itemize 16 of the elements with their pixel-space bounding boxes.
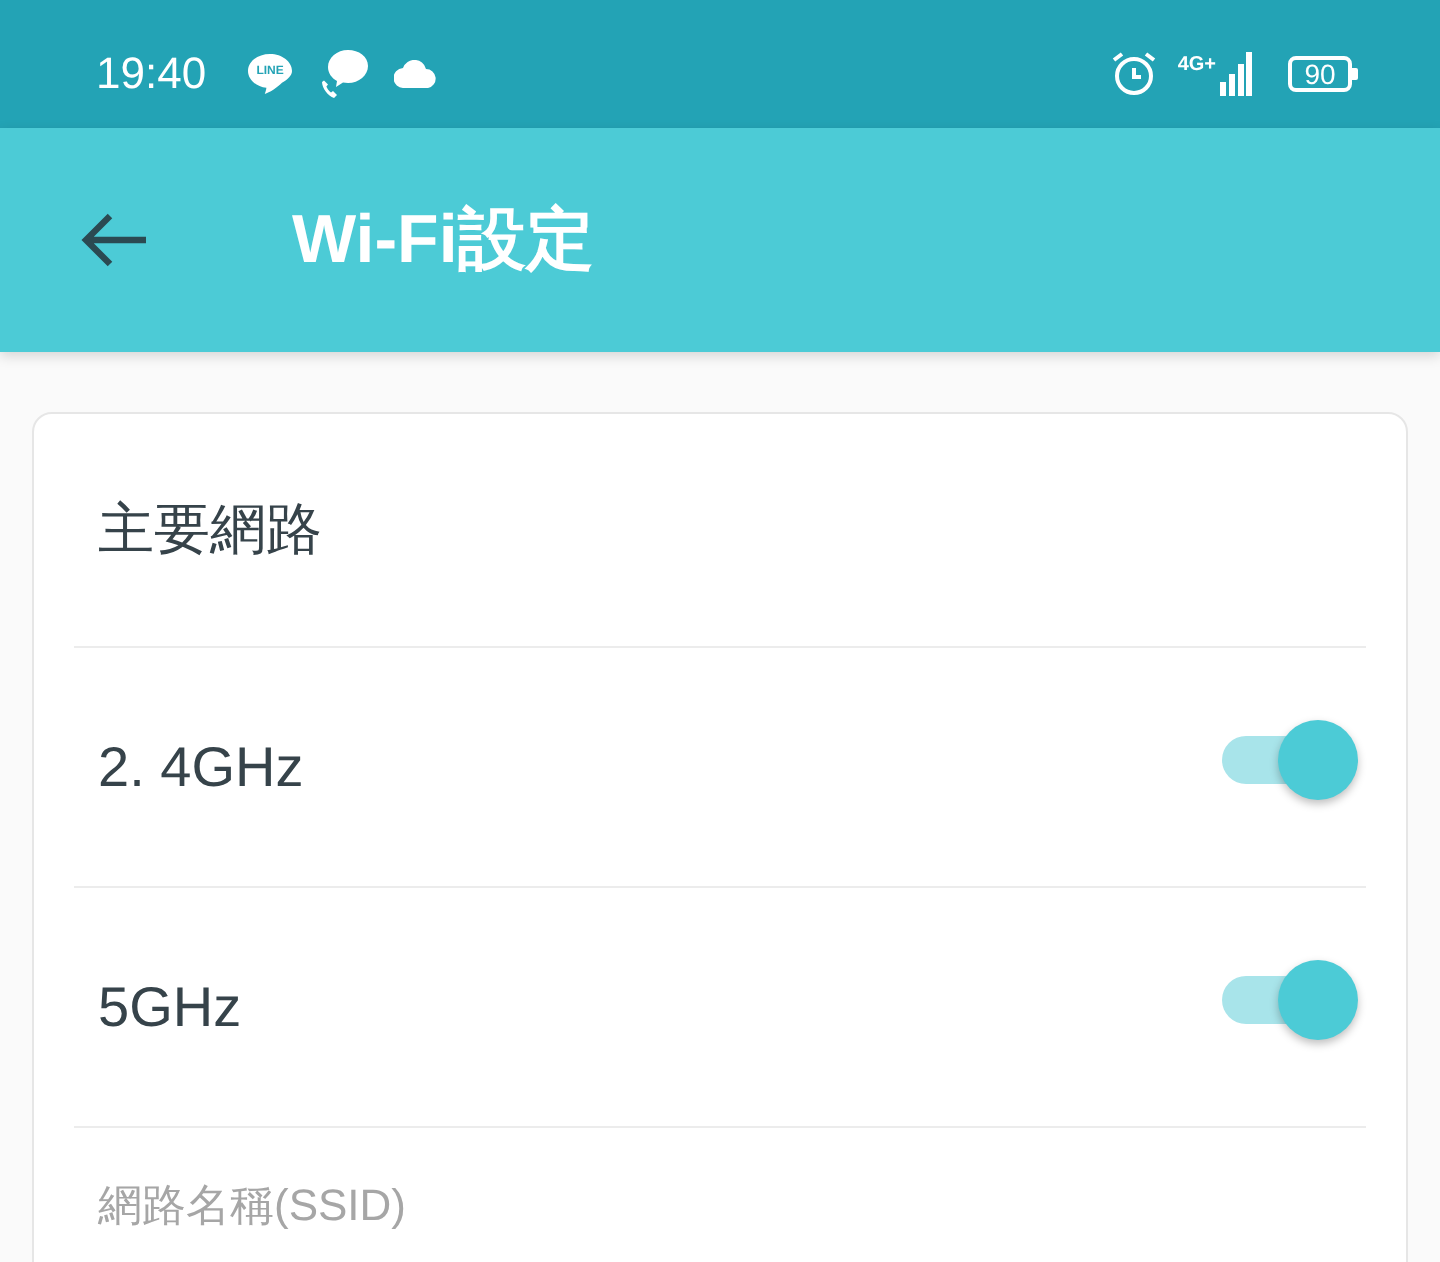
toggle-switch[interactable]: [1222, 959, 1358, 1039]
status-time: 19:40: [96, 52, 207, 96]
section-title: 主要網路: [98, 502, 322, 558]
back-arrow-icon: [80, 212, 148, 268]
signal-bars-icon: [1220, 52, 1252, 96]
toggle-switch[interactable]: [1222, 719, 1358, 799]
chat-phone-icon: [318, 48, 371, 100]
field-label: 網路名稱(SSID): [98, 1183, 406, 1227]
band-label: 5GHz: [98, 979, 242, 1035]
band-label: 2. 4GHz: [98, 739, 304, 795]
back-button[interactable]: [80, 208, 148, 272]
network-type: 4G+: [1177, 56, 1216, 76]
battery-indicator: 90: [1288, 56, 1352, 92]
page-title: Wi-Fi設定: [292, 206, 594, 274]
alarm-clock-icon: [1109, 50, 1158, 98]
cloud-icon: [394, 60, 439, 88]
